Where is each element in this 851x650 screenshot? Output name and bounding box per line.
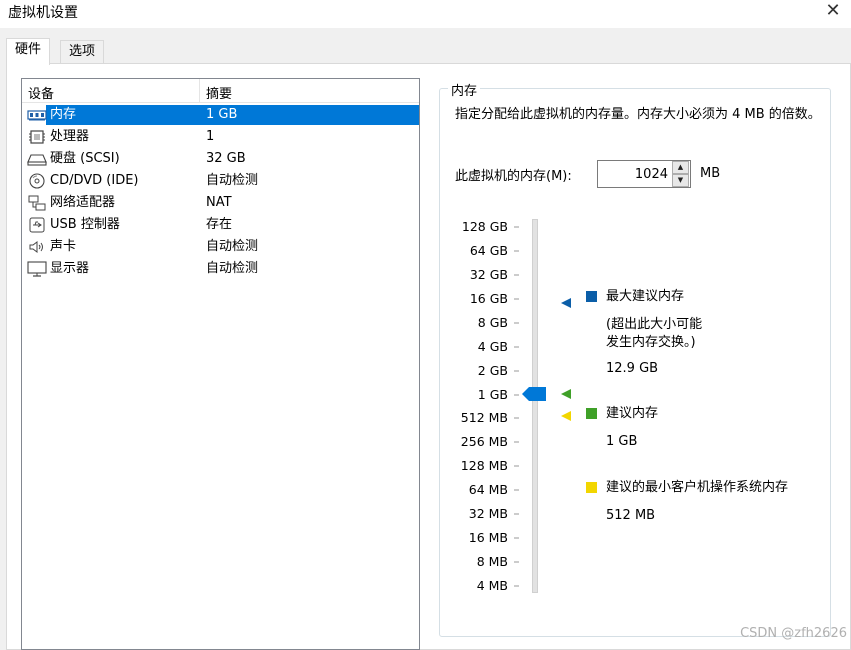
scale-tick-label: 64 MB	[468, 482, 508, 497]
title-bar: 虚拟机设置 ✕	[0, 0, 851, 28]
recommended-marker-icon	[561, 389, 571, 399]
device-row-network-adapter[interactable]: 网络适配器 NAT	[22, 192, 419, 214]
column-separator[interactable]	[199, 79, 200, 103]
device-summary: 自动检测	[206, 261, 259, 276]
processor-icon	[29, 130, 45, 144]
device-row-usb-controller[interactable]: USB 控制器 存在	[22, 214, 419, 236]
device-summary: 存在	[206, 217, 233, 232]
device-name: 显示器	[50, 261, 90, 276]
scale-tick-label: 4 GB	[477, 339, 508, 354]
device-summary: NAT	[206, 195, 232, 210]
memory-group-title: 内存	[448, 80, 481, 99]
device-list-header: 设备 摘要	[22, 79, 419, 103]
display-icon	[27, 261, 47, 277]
device-row-processor[interactable]: 处理器 1	[22, 126, 419, 148]
device-row-display[interactable]: 显示器 自动检测	[22, 258, 419, 280]
scale-tick-label: 4 MB	[476, 578, 508, 593]
scale-tick-label: 16 MB	[468, 530, 508, 545]
scale-tick-label: 128 GB	[461, 219, 508, 234]
tab-options[interactable]: 选项	[60, 40, 105, 63]
column-header-summary[interactable]: 摘要	[206, 83, 232, 102]
scale-tick-label: 32 GB	[469, 267, 508, 282]
scale-tick-label: 8 GB	[477, 315, 508, 330]
device-summary: 1	[206, 129, 215, 144]
device-row-sound-card[interactable]: 声卡 自动检测	[22, 236, 419, 258]
memory-input[interactable]	[600, 163, 670, 185]
min-guest-value: 512 MB	[606, 508, 656, 523]
scale-tick-label: 64 GB	[469, 243, 508, 258]
max-recommended-value: 12.9 GB	[606, 361, 659, 376]
min-guest-swatch	[586, 482, 597, 493]
min-guest-label: 建议的最小客户机操作系统内存	[606, 480, 789, 495]
device-name: CD/DVD (IDE)	[50, 173, 139, 188]
device-row-cd-dvd[interactable]: CD/DVD (IDE) 自动检测	[22, 170, 419, 192]
close-icon[interactable]: ✕	[823, 1, 843, 21]
memory-slider-track[interactable]	[532, 219, 538, 593]
max-recommended-note: 发生内存交换。)	[606, 335, 696, 350]
tab-strip: 选项 硬件	[0, 28, 851, 65]
scale-tick-label: 16 GB	[469, 291, 508, 306]
scale-tick-label: 512 MB	[460, 410, 508, 425]
harddisk-icon	[27, 154, 47, 166]
device-row-memory[interactable]: 内存 1 GB	[22, 104, 419, 126]
scale-tick-marks	[514, 226, 519, 587]
device-name: 处理器	[50, 129, 90, 144]
memory-icon	[27, 110, 47, 121]
scale-tick-label: 128 MB	[460, 458, 508, 473]
device-name: 内存	[50, 107, 77, 122]
scale-tick-label: 32 MB	[468, 506, 508, 521]
max-recommended-marker-icon	[561, 298, 571, 308]
device-list[interactable]: 设备 摘要 内存 1 GB 处理器 1 硬盘 (SCSI) 32 GB CD/D…	[21, 78, 420, 650]
watermark: CSDN @zfh2626	[740, 626, 847, 641]
device-name: 硬盘 (SCSI)	[50, 151, 120, 166]
device-summary: 32 GB	[206, 151, 246, 166]
scale-tick-label: 1 GB	[477, 387, 508, 402]
device-summary: 1 GB	[206, 107, 238, 122]
device-summary: 自动检测	[206, 239, 259, 254]
device-name: USB 控制器	[50, 217, 120, 232]
device-summary: 自动检测	[206, 173, 259, 188]
spin-up-button[interactable]: ▲	[672, 161, 689, 174]
memory-slider-thumb[interactable]	[522, 386, 546, 402]
device-name: 网络适配器	[50, 195, 116, 210]
memory-description: 指定分配给此虚拟机的内存量。内存大小必须为 4 MB 的倍数。	[455, 107, 821, 122]
scale-tick-label: 256 MB	[460, 434, 508, 449]
spin-down-button[interactable]: ▼	[672, 174, 689, 187]
scale-tick-label: 8 MB	[476, 554, 508, 569]
cd-dvd-icon	[29, 173, 45, 189]
column-header-device[interactable]: 设备	[28, 83, 54, 102]
max-recommended-note: (超出此大小可能	[606, 317, 703, 332]
device-name: 声卡	[50, 239, 77, 254]
recommended-label: 建议内存	[606, 406, 659, 421]
usb-icon	[29, 217, 45, 233]
recommended-swatch	[586, 408, 597, 419]
memory-spinbox[interactable]: ▲ ▼	[597, 160, 691, 188]
min-guest-marker-icon	[561, 411, 571, 421]
network-adapter-icon	[28, 195, 46, 211]
window-title: 虚拟机设置	[8, 5, 78, 21]
memory-unit-label: MB	[700, 166, 721, 181]
device-row-harddisk[interactable]: 硬盘 (SCSI) 32 GB	[22, 148, 419, 170]
sound-card-icon	[29, 241, 43, 253]
recommended-value: 1 GB	[606, 434, 638, 449]
tab-hardware[interactable]: 硬件	[6, 38, 51, 65]
max-recommended-swatch	[586, 291, 597, 302]
scale-tick-label: 2 GB	[477, 363, 508, 378]
memory-input-label: 此虚拟机的内存(M):	[455, 169, 572, 184]
max-recommended-label: 最大建议内存	[606, 289, 685, 304]
